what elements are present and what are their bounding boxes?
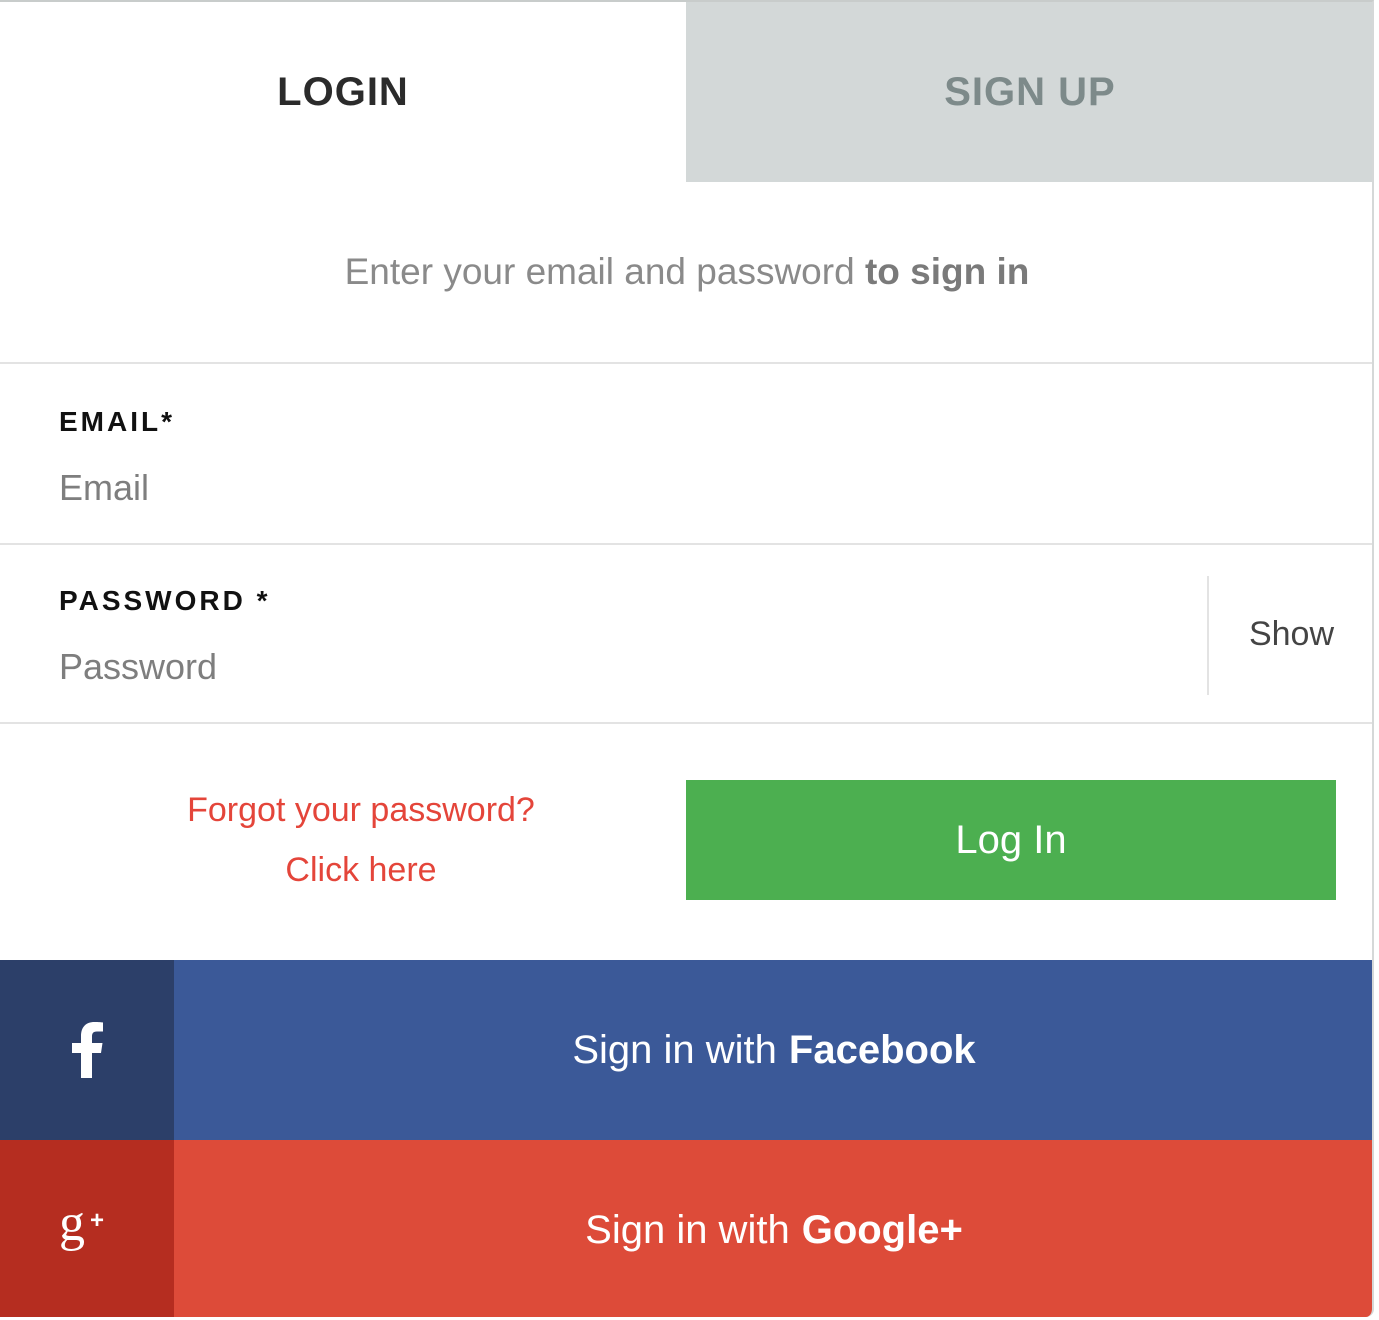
email-label: EMAIL* — [59, 406, 175, 437]
tab-bar: LOGIN SIGN UP — [0, 2, 1372, 182]
facebook-icon — [72, 1022, 103, 1078]
tab-login[interactable]: LOGIN — [0, 2, 686, 182]
svg-text:+: + — [90, 1207, 104, 1234]
facebook-prefix: Sign in with — [572, 1027, 777, 1072]
login-button-label: Log In — [955, 817, 1067, 862]
email-field-group: EMAIL* — [0, 364, 1372, 545]
tab-signup[interactable]: SIGN UP — [686, 2, 1372, 182]
password-field-group: PASSWORD * Show — [0, 545, 1372, 724]
google-icon-box: g + — [0, 1140, 174, 1317]
facebook-provider: Facebook — [788, 1027, 976, 1072]
password-label: PASSWORD * — [59, 585, 271, 616]
google-signin-text: Sign in with Google+ — [174, 1140, 1372, 1317]
show-password-button[interactable]: Show — [1209, 545, 1372, 724]
subtitle-emphasis: to sign in — [864, 251, 1030, 292]
facebook-signin-text: Sign in with Facebook — [174, 960, 1372, 1140]
form-subtitle: Enter your email and password to sign in — [0, 182, 1372, 364]
email-input[interactable] — [59, 463, 1159, 513]
login-card: LOGIN SIGN UP Enter your email and passw… — [0, 0, 1374, 1317]
facebook-icon-box — [0, 960, 174, 1140]
svg-text:g: g — [59, 1202, 85, 1252]
show-password-label: Show — [1248, 615, 1335, 653]
click-here-link[interactable]: Click here — [0, 840, 722, 900]
tab-signup-label: SIGN UP — [944, 69, 1116, 114]
forgot-password-text: Forgot your password? — [187, 791, 535, 829]
google-provider: Google+ — [801, 1207, 963, 1252]
tab-login-label: LOGIN — [277, 69, 409, 114]
google-prefix: Sign in with — [585, 1207, 790, 1252]
google-signin-button[interactable]: g + Sign in with Google+ — [0, 1140, 1372, 1317]
forgot-password-link[interactable]: Forgot your password? Click here — [0, 780, 722, 900]
password-input[interactable] — [59, 642, 1149, 692]
subtitle-text: Enter your email and password — [344, 251, 855, 292]
login-button[interactable]: Log In — [686, 780, 1336, 900]
google-plus-icon: g + — [59, 1202, 104, 1252]
facebook-signin-button[interactable]: Sign in with Facebook — [0, 960, 1372, 1140]
